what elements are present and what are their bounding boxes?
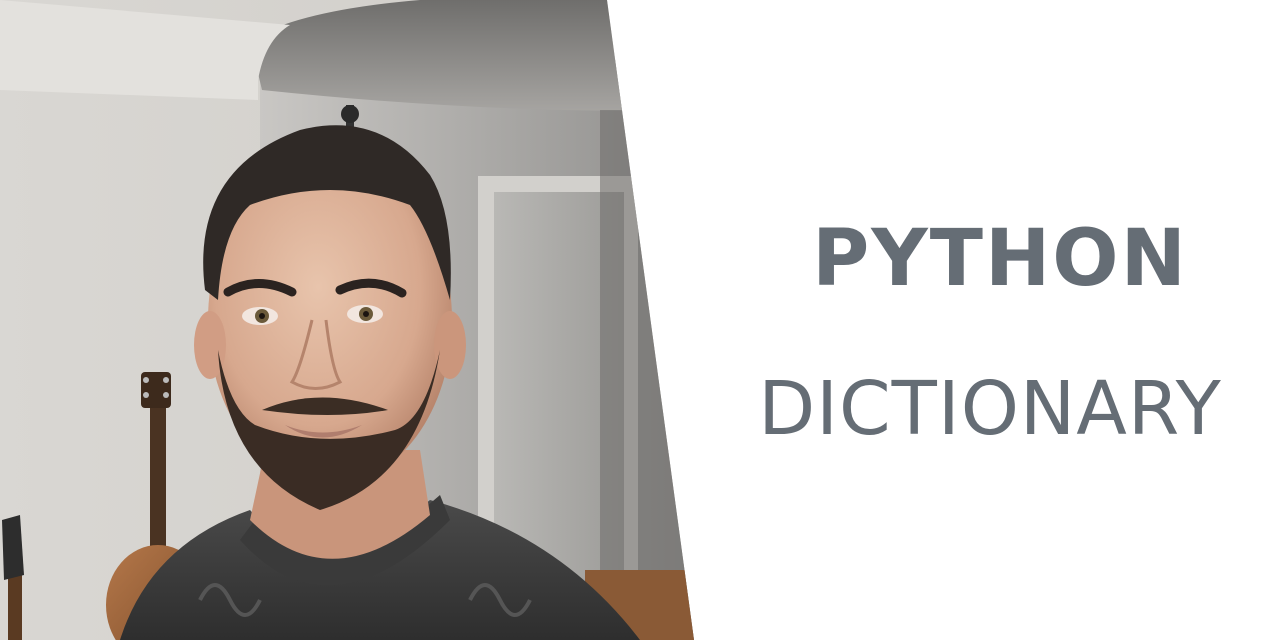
portrait-photo [0, 0, 694, 640]
thumbnail-banner: PYTHON DICTIONARY [0, 0, 1280, 640]
title-block: PYTHON DICTIONARY [700, 0, 1280, 640]
title-primary: PYTHON [812, 214, 1188, 304]
title-secondary: DICTIONARY [758, 366, 1222, 452]
portrait-illustration [0, 0, 694, 640]
